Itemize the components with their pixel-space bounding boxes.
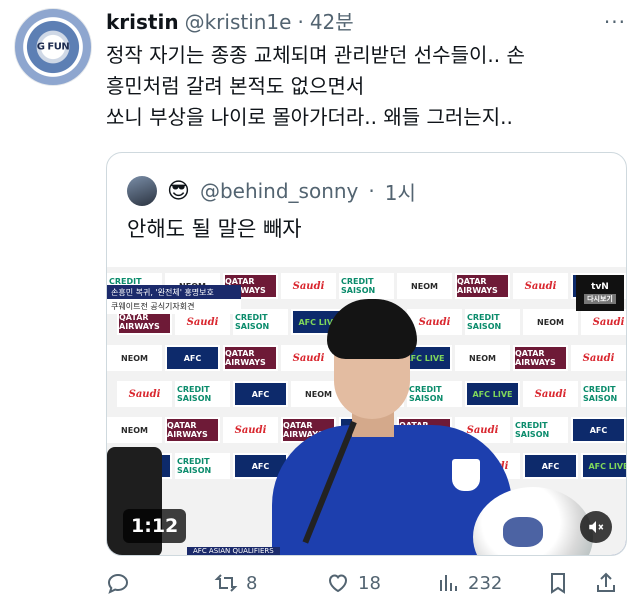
- bookmark-icon: [551, 573, 565, 594]
- share-icon: [597, 572, 615, 592]
- sponsor-tile-qatar: QATAR AIRWAYS: [223, 345, 278, 371]
- sponsor-tile-saudi: Saudi: [581, 309, 626, 335]
- replay-tag: 다시보기: [584, 294, 616, 304]
- like-count: 18: [358, 572, 381, 594]
- author-display-name[interactable]: kristin: [106, 10, 179, 34]
- tweet-text: 정작 자기는 종종 교체되며 관리받던 선수들이.. 손 흥민처럼 갈려 본적도…: [106, 40, 626, 133]
- tweet-text-line: 정작 자기는 종종 교체되며 관리받던 선수들이.. 손: [106, 43, 525, 67]
- reply-icon: [107, 573, 129, 594]
- separator-dot: ·: [297, 10, 304, 34]
- share-button[interactable]: [594, 566, 618, 600]
- retweet-icon: [214, 574, 238, 592]
- sponsor-tile-afc: AFC: [523, 453, 578, 479]
- retweet-button[interactable]: 8: [214, 566, 257, 600]
- sunglasses-emoji: 😎: [167, 178, 190, 204]
- sponsor-tile-live: AFC LIVE: [581, 453, 626, 479]
- quoted-tweet-timestamp: 1시: [384, 180, 416, 205]
- broadcast-subcaption: 쿠웨이트전 공식기자회견: [107, 299, 241, 314]
- sponsor-tile-neom: NEOM: [397, 273, 452, 299]
- sponsor-tile-afc: AFC: [233, 381, 288, 407]
- sponsor-tile-neom: NEOM: [107, 345, 162, 371]
- broadcast-caption: 손흥민 복귀, '완전체' 홍명보호: [107, 285, 241, 300]
- sponsor-tile-qatar: QATAR AIRWAYS: [165, 417, 220, 443]
- bookmark-button[interactable]: [546, 566, 570, 600]
- author-avatar[interactable]: G FUN: [14, 8, 92, 86]
- analytics-icon: [440, 575, 457, 591]
- sponsor-tile-credit: CREDIT SAISON: [581, 381, 626, 407]
- mute-icon[interactable]: [580, 511, 612, 543]
- video-player[interactable]: CREDIT SAISONNEOMQATAR AIRWAYSSaudiCREDI…: [107, 267, 626, 555]
- reply-button[interactable]: [106, 566, 138, 600]
- sponsor-tile-afc: AFC: [571, 417, 626, 443]
- tweet-actions: 8 18 232: [106, 566, 628, 600]
- video-duration-badge: 1:12: [123, 509, 187, 543]
- sponsor-tile-neom: NEOM: [107, 417, 162, 443]
- bottom-ticker: AFC ASIAN QUALIFIERS: [187, 547, 280, 555]
- sponsor-tile-afc: AFC: [165, 345, 220, 371]
- separator-dot: ·: [368, 179, 375, 203]
- sponsor-tile-credit: CREDIT SAISON: [339, 273, 394, 299]
- quoted-tweet-header: 😎 @behind_sonny · 1시: [127, 175, 416, 207]
- sponsor-tile-qatar: QATAR AIRWAYS: [455, 273, 510, 299]
- sponsor-tile-credit: CREDIT SAISON: [175, 453, 230, 479]
- broadcaster-logo: tvN 다시보기: [576, 275, 624, 311]
- sponsor-tile-saudi: Saudi: [513, 273, 568, 299]
- like-button[interactable]: 18: [326, 566, 381, 600]
- avatar-logo-text: G FUN: [36, 41, 70, 53]
- team-crest: [452, 459, 480, 491]
- quoted-tweet-text: 안해도 될 말은 빼자: [127, 217, 302, 241]
- quoted-author-avatar: [127, 176, 157, 206]
- sponsor-tile-saudi: Saudi: [117, 381, 172, 407]
- quoted-author-handle: @behind_sonny: [199, 179, 359, 203]
- tweet-header: kristin @kristin1e · 42분: [106, 6, 354, 34]
- speaker-hair: [327, 299, 417, 359]
- sponsor-tile-saudi: Saudi: [223, 417, 278, 443]
- broadcaster-name: tvN: [591, 282, 609, 292]
- sponsor-tile-neom: NEOM: [523, 309, 578, 335]
- retweet-count: 8: [246, 572, 258, 594]
- sponsor-tile-credit: CREDIT SAISON: [175, 381, 230, 407]
- more-options-icon[interactable]: ···: [604, 10, 626, 34]
- quoted-tweet-card[interactable]: 😎 @behind_sonny · 1시 안해도 될 말은 빼자 CREDIT …: [106, 152, 627, 556]
- tweet-text-line: 쏘니 부상을 나이로 몰아가더라.. 왜들 그러는지..: [106, 105, 513, 129]
- sponsor-tile-saudi: Saudi: [281, 273, 336, 299]
- views-button[interactable]: 232: [436, 566, 502, 600]
- sponsor-tile-credit: CREDIT SAISON: [233, 309, 288, 335]
- sponsor-tile-saudi: Saudi: [571, 345, 626, 371]
- tweet-timestamp[interactable]: 42분: [310, 6, 354, 35]
- view-count: 232: [468, 572, 503, 594]
- author-handle[interactable]: @kristin1e: [185, 10, 292, 34]
- sponsor-tile-saudi: Saudi: [523, 381, 578, 407]
- heart-icon: [328, 574, 348, 593]
- tweet-text-line: 흥민처럼 갈려 본적도 없으면서: [106, 74, 365, 98]
